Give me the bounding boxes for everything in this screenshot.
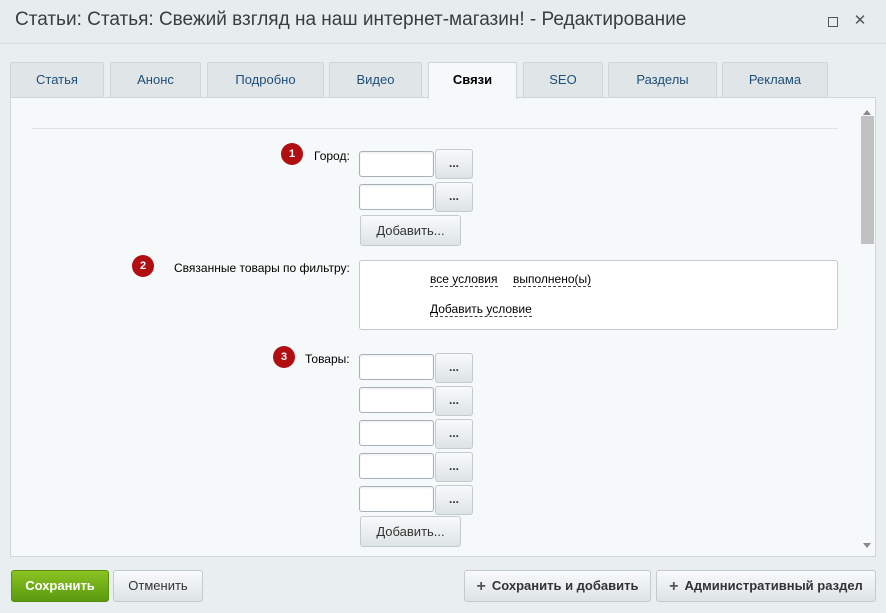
plus-icon: + (669, 578, 679, 595)
close-icon[interactable]: ✕ (851, 12, 869, 30)
tab-details[interactable]: Подробно (207, 62, 324, 98)
product-browse-button-5[interactable]: ... (435, 485, 473, 515)
condition-done-link[interactable]: выполнено(ы) (513, 272, 592, 287)
product-browse-button-1[interactable]: ... (435, 353, 473, 383)
products-add-button[interactable]: Добавить... (360, 516, 461, 547)
city-input-2[interactable] (359, 184, 434, 210)
tab-links[interactable]: Связи (428, 62, 517, 99)
city-browse-button-1[interactable]: ... (435, 149, 473, 179)
product-input-3[interactable] (359, 420, 434, 446)
window-titlebar: Статьи: Статья: Свежий взгляд на наш инт… (0, 0, 886, 44)
save-button[interactable]: Сохранить (11, 570, 109, 602)
admin-section-button[interactable]: + Административный раздел (656, 570, 876, 602)
tab-seo[interactable]: SEO (523, 62, 603, 98)
filter-label: Связанные товары по фильтру: (174, 261, 350, 275)
condition-all-link[interactable]: все условия (430, 272, 498, 287)
product-input-4[interactable] (359, 453, 434, 479)
product-input-5[interactable] (359, 486, 434, 512)
cancel-button[interactable]: Отменить (113, 570, 203, 602)
tab-article[interactable]: Статья (10, 62, 104, 98)
product-browse-button-2[interactable]: ... (435, 386, 473, 416)
city-add-button[interactable]: Добавить... (360, 215, 461, 246)
tab-content-panel: 1 Город: ... ... Добавить... 2 Связанные… (10, 97, 876, 557)
filter-conditions-box: все условия выполнено(ы) Добавить услови… (359, 260, 838, 330)
product-input-1[interactable] (359, 354, 434, 380)
tab-ads[interactable]: Реклама (722, 62, 828, 98)
tab-video[interactable]: Видео (329, 62, 422, 98)
product-browse-button-4[interactable]: ... (435, 452, 473, 482)
scroll-up-arrow-icon[interactable] (863, 110, 871, 115)
product-input-2[interactable] (359, 387, 434, 413)
plus-icon: + (476, 578, 486, 595)
divider (32, 128, 838, 129)
add-condition-link[interactable]: Добавить условие (430, 302, 532, 317)
vertical-scrollbar[interactable] (859, 110, 875, 556)
badge-1: 1 (281, 143, 303, 165)
products-label: Товары: (305, 352, 350, 366)
city-input-1[interactable] (359, 151, 434, 177)
admin-section-label: Административный раздел (684, 578, 863, 593)
tab-announce[interactable]: Анонс (110, 62, 201, 98)
badge-2: 2 (132, 255, 154, 277)
city-label: Город: (314, 149, 350, 163)
scroll-down-arrow-icon[interactable] (863, 543, 871, 548)
window-title: Статьи: Статья: Свежий взгляд на наш инт… (15, 9, 687, 30)
scrollbar-thumb[interactable] (861, 116, 874, 244)
save-and-add-label: Сохранить и добавить (491, 578, 639, 593)
badge-3: 3 (273, 346, 295, 368)
tab-sections[interactable]: Разделы (608, 62, 717, 98)
save-and-add-button[interactable]: + Сохранить и добавить (464, 570, 651, 602)
product-browse-button-3[interactable]: ... (435, 419, 473, 449)
maximize-icon[interactable] (824, 12, 842, 30)
city-browse-button-2[interactable]: ... (435, 182, 473, 212)
